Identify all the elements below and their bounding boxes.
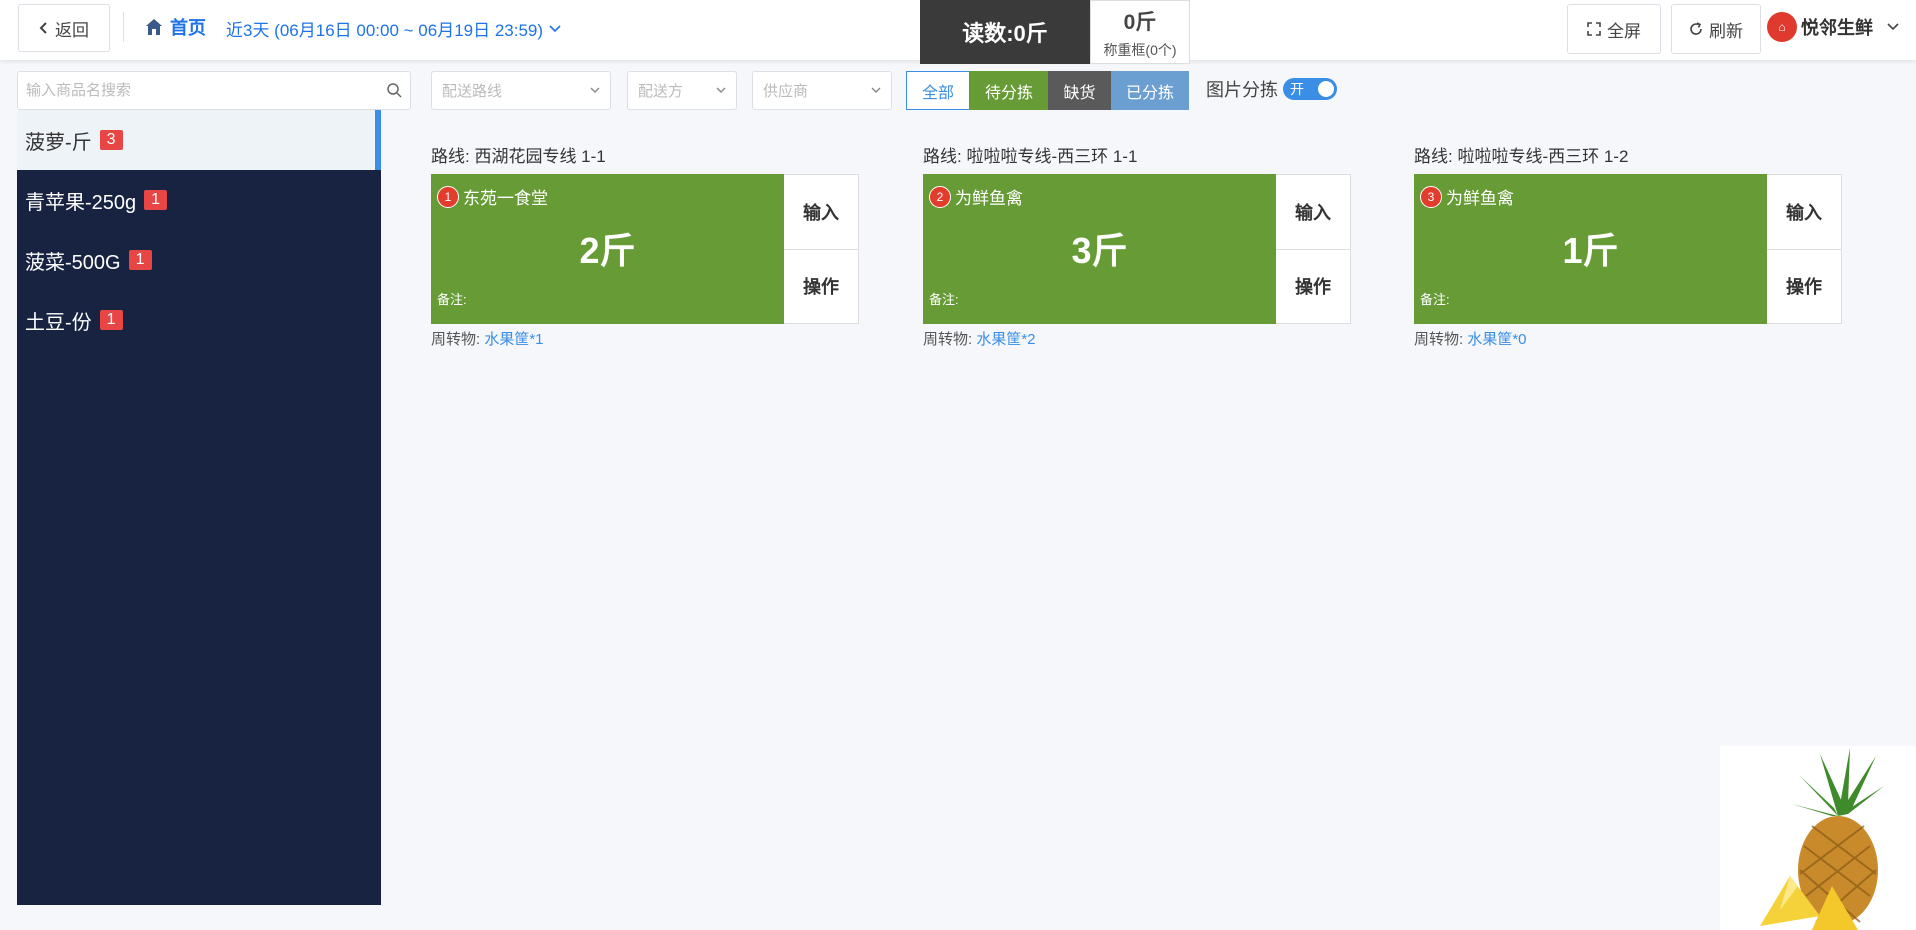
- route-label: 路线: 啦啦啦专线-西三环 1-1: [923, 147, 1138, 166]
- deliverer-select-placeholder: 配送方: [638, 83, 684, 100]
- customer-name: 为鲜鱼禽: [1446, 189, 1514, 208]
- turnover-value[interactable]: 水果筐*1: [484, 331, 543, 348]
- operate-button[interactable]: 操作: [784, 250, 858, 324]
- quantity: 2斤: [579, 230, 636, 271]
- order-number: 1: [437, 186, 459, 208]
- operate-button[interactable]: 操作: [1767, 250, 1841, 324]
- chevron-down-icon: [871, 87, 881, 93]
- product-image: [1720, 746, 1916, 930]
- back-label: 返回: [55, 20, 89, 40]
- input-button[interactable]: 输入: [1767, 175, 1841, 250]
- chevron-down-icon: [716, 87, 726, 93]
- home-icon: [146, 19, 162, 35]
- turnover-label: 周转物:: [1414, 331, 1464, 348]
- remark: 备注:: [929, 292, 959, 307]
- image-sort-toggle[interactable]: 开: [1283, 78, 1337, 100]
- refresh-icon: [1690, 22, 1702, 35]
- turnover-info: 周转物: 水果筐*0: [1414, 328, 1844, 349]
- toggle-knob: [1318, 81, 1334, 97]
- sort-card: 路线: 西湖花园专线 1-1 1 东苑一食堂 2斤 备注: 输入 操作 周转物:…: [431, 140, 861, 349]
- home-link[interactable]: 首页: [144, 14, 206, 40]
- order-number: 3: [1420, 186, 1442, 208]
- supplier-select-placeholder: 供应商: [763, 83, 809, 100]
- deliverer-select[interactable]: 配送方: [627, 71, 737, 110]
- brand-name: 悦邻生鲜: [1801, 18, 1873, 38]
- brand: ⌂ 悦邻生鲜: [1767, 12, 1899, 42]
- scale-reading: 读数:0斤: [920, 0, 1090, 64]
- turnover-label: 周转物:: [431, 331, 481, 348]
- sidebar-item-label: 土豆-份: [25, 311, 92, 334]
- chevron-down-icon[interactable]: [1887, 23, 1899, 31]
- product-sidebar: 菠萝-斤 3 青苹果-250g 1 菠菜-500G 1 土豆-份 1: [17, 110, 381, 905]
- quantity: 3斤: [1071, 230, 1128, 271]
- header-divider: [123, 12, 124, 42]
- turnover-info: 周转物: 水果筐*1: [431, 328, 861, 349]
- sidebar-item-spinach[interactable]: 菠菜-500G 1: [17, 230, 381, 290]
- weight-box: 0斤 称重框(0个): [1090, 0, 1190, 64]
- route-select-placeholder: 配送路线: [442, 83, 503, 100]
- date-range-text: 近3天 (06月16日 00:00 ~ 06月19日 23:59): [226, 21, 544, 40]
- route-label: 路线: 啦啦啦专线-西三环 1-2: [1414, 147, 1629, 166]
- remark: 备注:: [437, 292, 467, 307]
- weight-value: 0斤: [1123, 11, 1157, 34]
- sort-card: 路线: 啦啦啦专线-西三环 1-1 2 为鲜鱼禽 3斤 备注: 输入 操作 周转…: [923, 140, 1353, 349]
- order-tile[interactable]: 1 东苑一食堂 2斤 备注:: [431, 174, 784, 324]
- tab-pending[interactable]: 待分拣: [970, 71, 1048, 110]
- turnover-info: 周转物: 水果筐*2: [923, 328, 1353, 349]
- tab-all[interactable]: 全部: [906, 71, 970, 110]
- chevron-left-icon: [39, 22, 47, 34]
- turnover-value[interactable]: 水果筐*2: [976, 331, 1035, 348]
- back-button[interactable]: 返回: [18, 4, 110, 52]
- count-badge: 1: [99, 310, 123, 330]
- sidebar-item-potato[interactable]: 土豆-份 1: [17, 290, 381, 350]
- order-tile[interactable]: 2 为鲜鱼禽 3斤 备注:: [923, 174, 1276, 324]
- count-badge: 1: [144, 190, 168, 210]
- search-input[interactable]: [18, 72, 410, 109]
- sidebar-item-label: 青苹果-250g: [25, 191, 137, 214]
- refresh-button[interactable]: 刷新: [1671, 4, 1761, 54]
- fullscreen-button[interactable]: 全屏: [1567, 4, 1661, 54]
- sidebar-item-label: 菠菜-500G: [25, 251, 121, 274]
- turnover-value[interactable]: 水果筐*0: [1467, 331, 1526, 348]
- tab-sorted[interactable]: 已分拣: [1111, 71, 1189, 110]
- turnover-label: 周转物:: [923, 331, 973, 348]
- refresh-label: 刷新: [1709, 21, 1743, 41]
- chevron-down-icon: [549, 24, 561, 32]
- sidebar-item-label: 菠萝-斤: [25, 131, 92, 154]
- expand-icon: [1587, 22, 1601, 36]
- product-search: [17, 71, 411, 110]
- chevron-down-icon: [590, 87, 600, 93]
- customer-name: 为鲜鱼禽: [955, 189, 1023, 208]
- sidebar-item-pineapple[interactable]: 菠萝-斤 3: [17, 110, 381, 170]
- tab-out-of-stock[interactable]: 缺货: [1048, 71, 1111, 110]
- operate-button[interactable]: 操作: [1276, 250, 1350, 324]
- image-sort-label: 图片分拣: [1206, 80, 1278, 100]
- supplier-select[interactable]: 供应商: [752, 71, 892, 110]
- status-tabs: 全部 待分拣 缺货 已分拣: [906, 71, 1189, 110]
- route-label: 路线: 西湖花园专线 1-1: [431, 147, 606, 166]
- route-select[interactable]: 配送路线: [431, 71, 611, 110]
- count-badge: 3: [99, 130, 123, 150]
- fullscreen-label: 全屏: [1607, 21, 1641, 41]
- search-icon[interactable]: [386, 82, 402, 98]
- brand-logo-icon: ⌂: [1767, 12, 1797, 42]
- toggle-text: 开: [1290, 81, 1304, 97]
- weigh-basket-count: 称重框(0个): [1103, 42, 1177, 58]
- order-tile[interactable]: 3 为鲜鱼禽 1斤 备注:: [1414, 174, 1767, 324]
- sort-card: 路线: 啦啦啦专线-西三环 1-2 3 为鲜鱼禽 1斤 备注: 输入 操作 周转…: [1414, 140, 1844, 349]
- sidebar-item-green-apple[interactable]: 青苹果-250g 1: [17, 170, 381, 230]
- customer-name: 东苑一食堂: [463, 189, 548, 208]
- input-button[interactable]: 输入: [1276, 175, 1350, 250]
- quantity: 1斤: [1562, 230, 1619, 271]
- count-badge: 1: [128, 250, 152, 270]
- input-button[interactable]: 输入: [784, 175, 858, 250]
- order-number: 2: [929, 186, 951, 208]
- pineapple-image: [1760, 748, 1884, 930]
- remark: 备注:: [1420, 292, 1450, 307]
- date-range-picker[interactable]: 近3天 (06月16日 00:00 ~ 06月19日 23:59): [226, 16, 561, 41]
- home-label: 首页: [170, 18, 206, 38]
